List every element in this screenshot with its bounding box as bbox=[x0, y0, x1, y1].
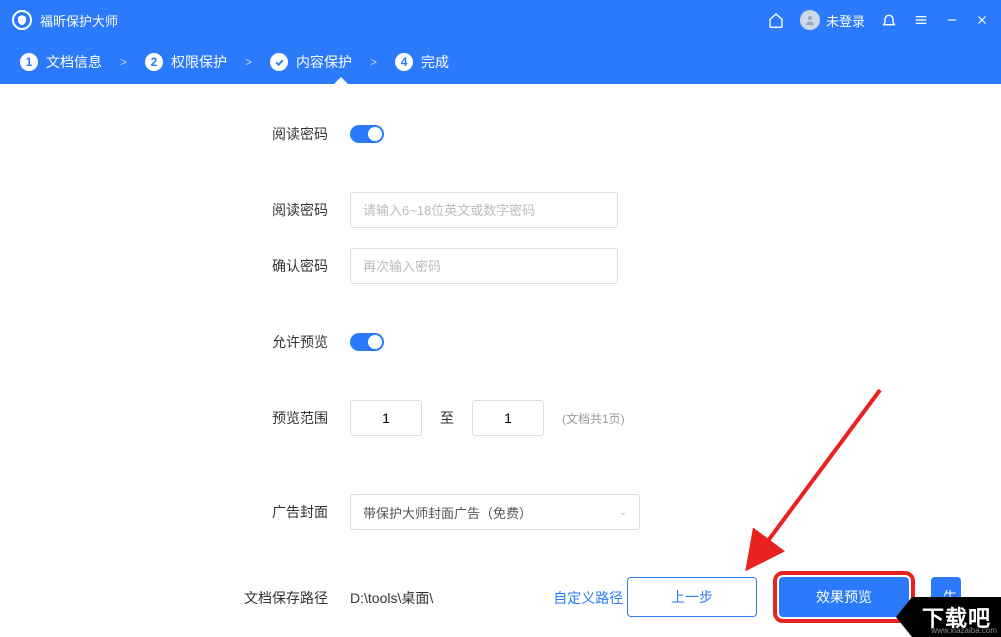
allow-preview-toggle[interactable] bbox=[350, 333, 384, 351]
read-password-input[interactable] bbox=[350, 192, 618, 228]
watermark: 下载吧 www.xiazaiba.com bbox=[896, 597, 1001, 637]
range-to-input[interactable] bbox=[472, 400, 544, 436]
save-path-value: D:\tools\桌面\ bbox=[350, 588, 433, 608]
step-content-protect[interactable]: 内容保护 bbox=[270, 52, 352, 72]
active-step-indicator bbox=[333, 77, 349, 85]
allow-preview-label: 允许预览 bbox=[0, 332, 350, 352]
check-icon bbox=[270, 53, 288, 71]
step-sep: > bbox=[120, 55, 127, 69]
bell-icon[interactable] bbox=[881, 12, 897, 28]
step-finish[interactable]: 4 完成 bbox=[395, 52, 449, 72]
prev-button[interactable]: 上一步 bbox=[627, 577, 757, 617]
confirm-password-input[interactable] bbox=[350, 248, 618, 284]
step-doc-info[interactable]: 1 文档信息 bbox=[20, 52, 102, 72]
step-permission[interactable]: 2 权限保护 bbox=[145, 52, 227, 72]
step-sep: > bbox=[245, 55, 252, 69]
menu-icon[interactable] bbox=[913, 12, 929, 28]
app-logo-icon bbox=[12, 10, 32, 30]
read-password-toggle[interactable] bbox=[350, 125, 384, 143]
ad-cover-select[interactable]: 带保护大师封面广告（免费） ⌄ bbox=[350, 494, 640, 530]
app-title: 福昕保护大师 bbox=[40, 11, 118, 30]
steps-bar: 1 文档信息 > 2 权限保护 > 内容保护 > 4 完成 bbox=[0, 40, 1001, 84]
read-password-label: 阅读密码 bbox=[0, 200, 350, 220]
page-count: (文档共1页) bbox=[562, 410, 625, 427]
ad-cover-label: 广告封面 bbox=[0, 502, 350, 522]
preview-range-label: 预览范围 bbox=[0, 408, 350, 428]
step-sep: > bbox=[370, 55, 377, 69]
minimize-icon[interactable] bbox=[945, 13, 959, 27]
login-status[interactable]: 未登录 bbox=[800, 10, 865, 30]
custom-path-link[interactable]: 自定义路径 bbox=[553, 588, 623, 608]
confirm-password-label: 确认密码 bbox=[0, 256, 350, 276]
read-password-toggle-label: 阅读密码 bbox=[0, 124, 350, 144]
chevron-down-icon: ⌄ bbox=[619, 507, 627, 518]
home-icon[interactable] bbox=[768, 12, 784, 28]
save-path-label: 文档保存路径 bbox=[0, 588, 350, 608]
avatar-icon bbox=[800, 10, 820, 30]
close-icon[interactable] bbox=[975, 13, 989, 27]
range-from-input[interactable] bbox=[350, 400, 422, 436]
preview-button[interactable]: 效果预览 bbox=[779, 577, 909, 617]
range-sep: 至 bbox=[440, 408, 454, 428]
